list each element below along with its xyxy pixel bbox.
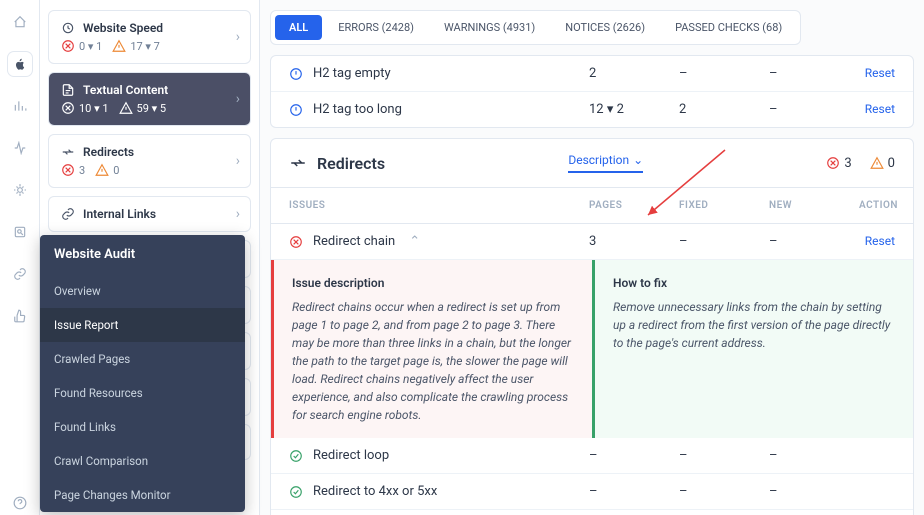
description-button[interactable]: Description ⌄ xyxy=(568,153,643,173)
chevron-down-icon: ⌄ xyxy=(633,153,643,167)
group-title-label: Website Speed xyxy=(83,21,163,35)
chevron-right-icon: › xyxy=(236,206,240,222)
tab-warnings[interactable]: WARNINGS (4931) xyxy=(430,15,549,40)
section-top-rows: H2 tag empty 2 – – Reset H2 tag too long… xyxy=(270,55,914,128)
rail-chart-icon[interactable] xyxy=(8,94,32,118)
section-redirects: Redirects Description ⌄ 3 0 ISSUES PAGES… xyxy=(270,138,914,515)
how-to-fix-title: How to fix xyxy=(613,274,895,292)
rail-bug-icon[interactable] xyxy=(8,178,32,202)
group-title-label: Internal Links xyxy=(83,207,156,221)
table-row[interactable]: H2 tag too long 12 ▾ 2 2 – Reset xyxy=(271,92,913,127)
tab-all[interactable]: ALL xyxy=(275,15,322,40)
filter-tabs: ALL ERRORS (2428) WARNINGS (4931) NOTICE… xyxy=(270,10,801,45)
nav-rail xyxy=(0,0,40,515)
submenu-overview[interactable]: Overview xyxy=(40,274,245,308)
table-row[interactable]: Redirect chain ⌃ 3 – – Reset xyxy=(271,224,913,260)
tab-passed[interactable]: PASSED CHECKS (68) xyxy=(661,15,796,40)
rail-home-icon[interactable] xyxy=(8,10,32,34)
submenu-website-audit: Website Audit Overview Issue Report Craw… xyxy=(40,235,245,512)
submenu-issue-report[interactable]: Issue Report xyxy=(40,308,245,342)
issue-expanded: Issue description Redirect chains occur … xyxy=(271,260,913,438)
reset-link[interactable]: Reset xyxy=(865,102,895,116)
group-title-label: Redirects xyxy=(83,145,134,159)
group-textual-content[interactable]: Textual Content 10 ▾ 1 59 ▾ 5 › xyxy=(48,72,251,126)
issue-description-title: Issue description xyxy=(292,274,574,292)
main-content: ALL ERRORS (2428) WARNINGS (4931) NOTICE… xyxy=(260,0,924,515)
rail-link-icon[interactable] xyxy=(8,262,32,286)
submenu-found-resources[interactable]: Found Resources xyxy=(40,376,245,410)
rail-thumb-icon[interactable] xyxy=(8,304,32,328)
submenu-crawled-pages[interactable]: Crawled Pages xyxy=(40,342,245,376)
section-title: Redirects xyxy=(317,154,385,173)
how-to-fix-text: Remove unnecessary links from the chain … xyxy=(613,298,895,352)
table-row[interactable]: Redirect to 4xx or 5xx – – – xyxy=(271,474,913,510)
chevron-up-icon: ⌃ xyxy=(409,234,420,249)
group-redirects[interactable]: Redirects 3 0 › xyxy=(48,134,251,188)
rail-help-icon[interactable] xyxy=(8,491,32,515)
submenu-page-changes[interactable]: Page Changes Monitor xyxy=(40,478,245,512)
group-title-label: Textual Content xyxy=(83,83,168,97)
issue-description-text: Redirect chains occur when a redirect is… xyxy=(292,298,574,424)
submenu-crawl-comparison[interactable]: Crawl Comparison xyxy=(40,444,245,478)
table-row[interactable]: Redirect loop – – – xyxy=(271,438,913,474)
submenu-title: Website Audit xyxy=(40,235,245,274)
rail-audit-icon[interactable] xyxy=(8,220,32,244)
group-website-speed[interactable]: Website Speed 0 ▾ 1 17 ▾ 7 › xyxy=(48,10,251,64)
table-row[interactable]: H2 tag empty 2 – – Reset xyxy=(271,56,913,92)
table-row[interactable]: Meta refresh redirect – – – xyxy=(271,510,913,515)
tab-errors[interactable]: ERRORS (2428) xyxy=(324,15,428,40)
rail-apple-icon[interactable] xyxy=(8,52,32,76)
category-panel: Website Speed 0 ▾ 1 17 ▾ 7 › Textual Con… xyxy=(40,0,260,515)
rail-activity-icon[interactable] xyxy=(8,136,32,160)
chevron-right-icon: › xyxy=(236,29,240,45)
reset-link[interactable]: Reset xyxy=(865,234,895,248)
group-internal-links[interactable]: Internal Links › xyxy=(48,196,251,232)
reset-link[interactable]: Reset xyxy=(865,66,895,80)
submenu-found-links[interactable]: Found Links xyxy=(40,410,245,444)
chevron-right-icon: › xyxy=(236,153,240,169)
table-header: ISSUES PAGES FIXED NEW ACTION xyxy=(271,188,913,224)
chevron-right-icon: › xyxy=(236,91,240,107)
tab-notices[interactable]: NOTICES (2626) xyxy=(551,15,659,40)
